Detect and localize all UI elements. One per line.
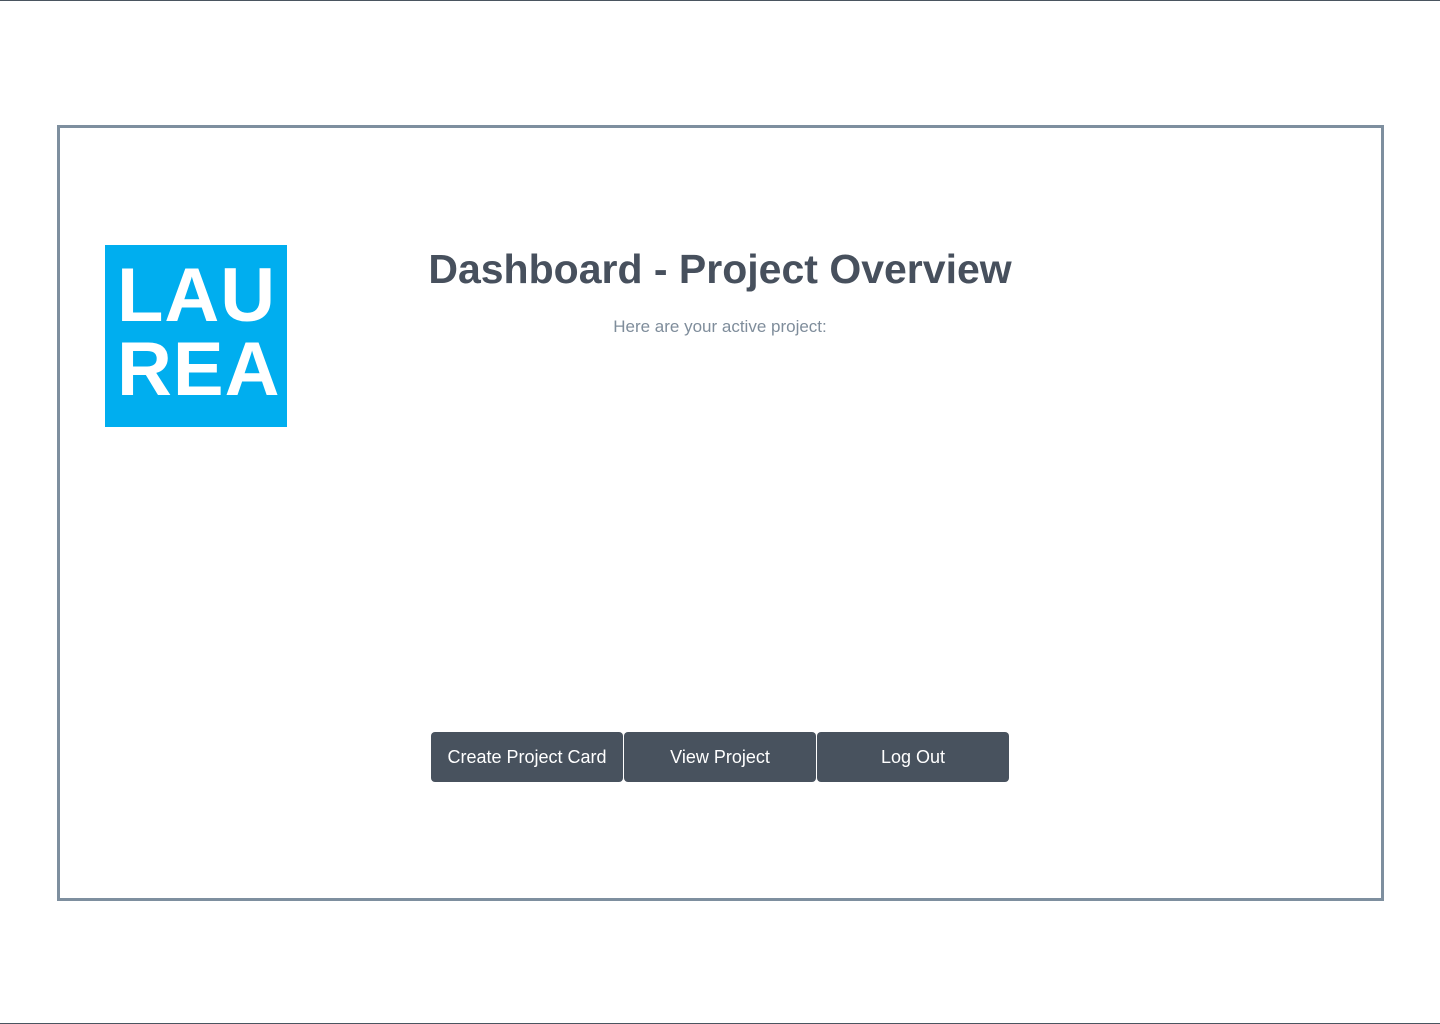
page: LAU REA Dashboard - Project Overview Her… [0, 0, 1440, 1024]
page-subtitle: Here are your active project: [613, 317, 827, 336]
logo-text-line-1: LAU [117, 253, 277, 338]
logo-text-line-2: REA [117, 327, 281, 412]
view-project-button[interactable]: View Project [624, 732, 816, 782]
dashboard-card [57, 125, 1384, 901]
laurea-logo: LAU REA [105, 245, 287, 427]
page-title: Dashboard - Project Overview [428, 246, 1012, 292]
action-buttons: Create Project Card View Project Log Out [431, 732, 1009, 782]
log-out-button[interactable]: Log Out [817, 732, 1009, 782]
create-project-card-button[interactable]: Create Project Card [431, 732, 623, 782]
